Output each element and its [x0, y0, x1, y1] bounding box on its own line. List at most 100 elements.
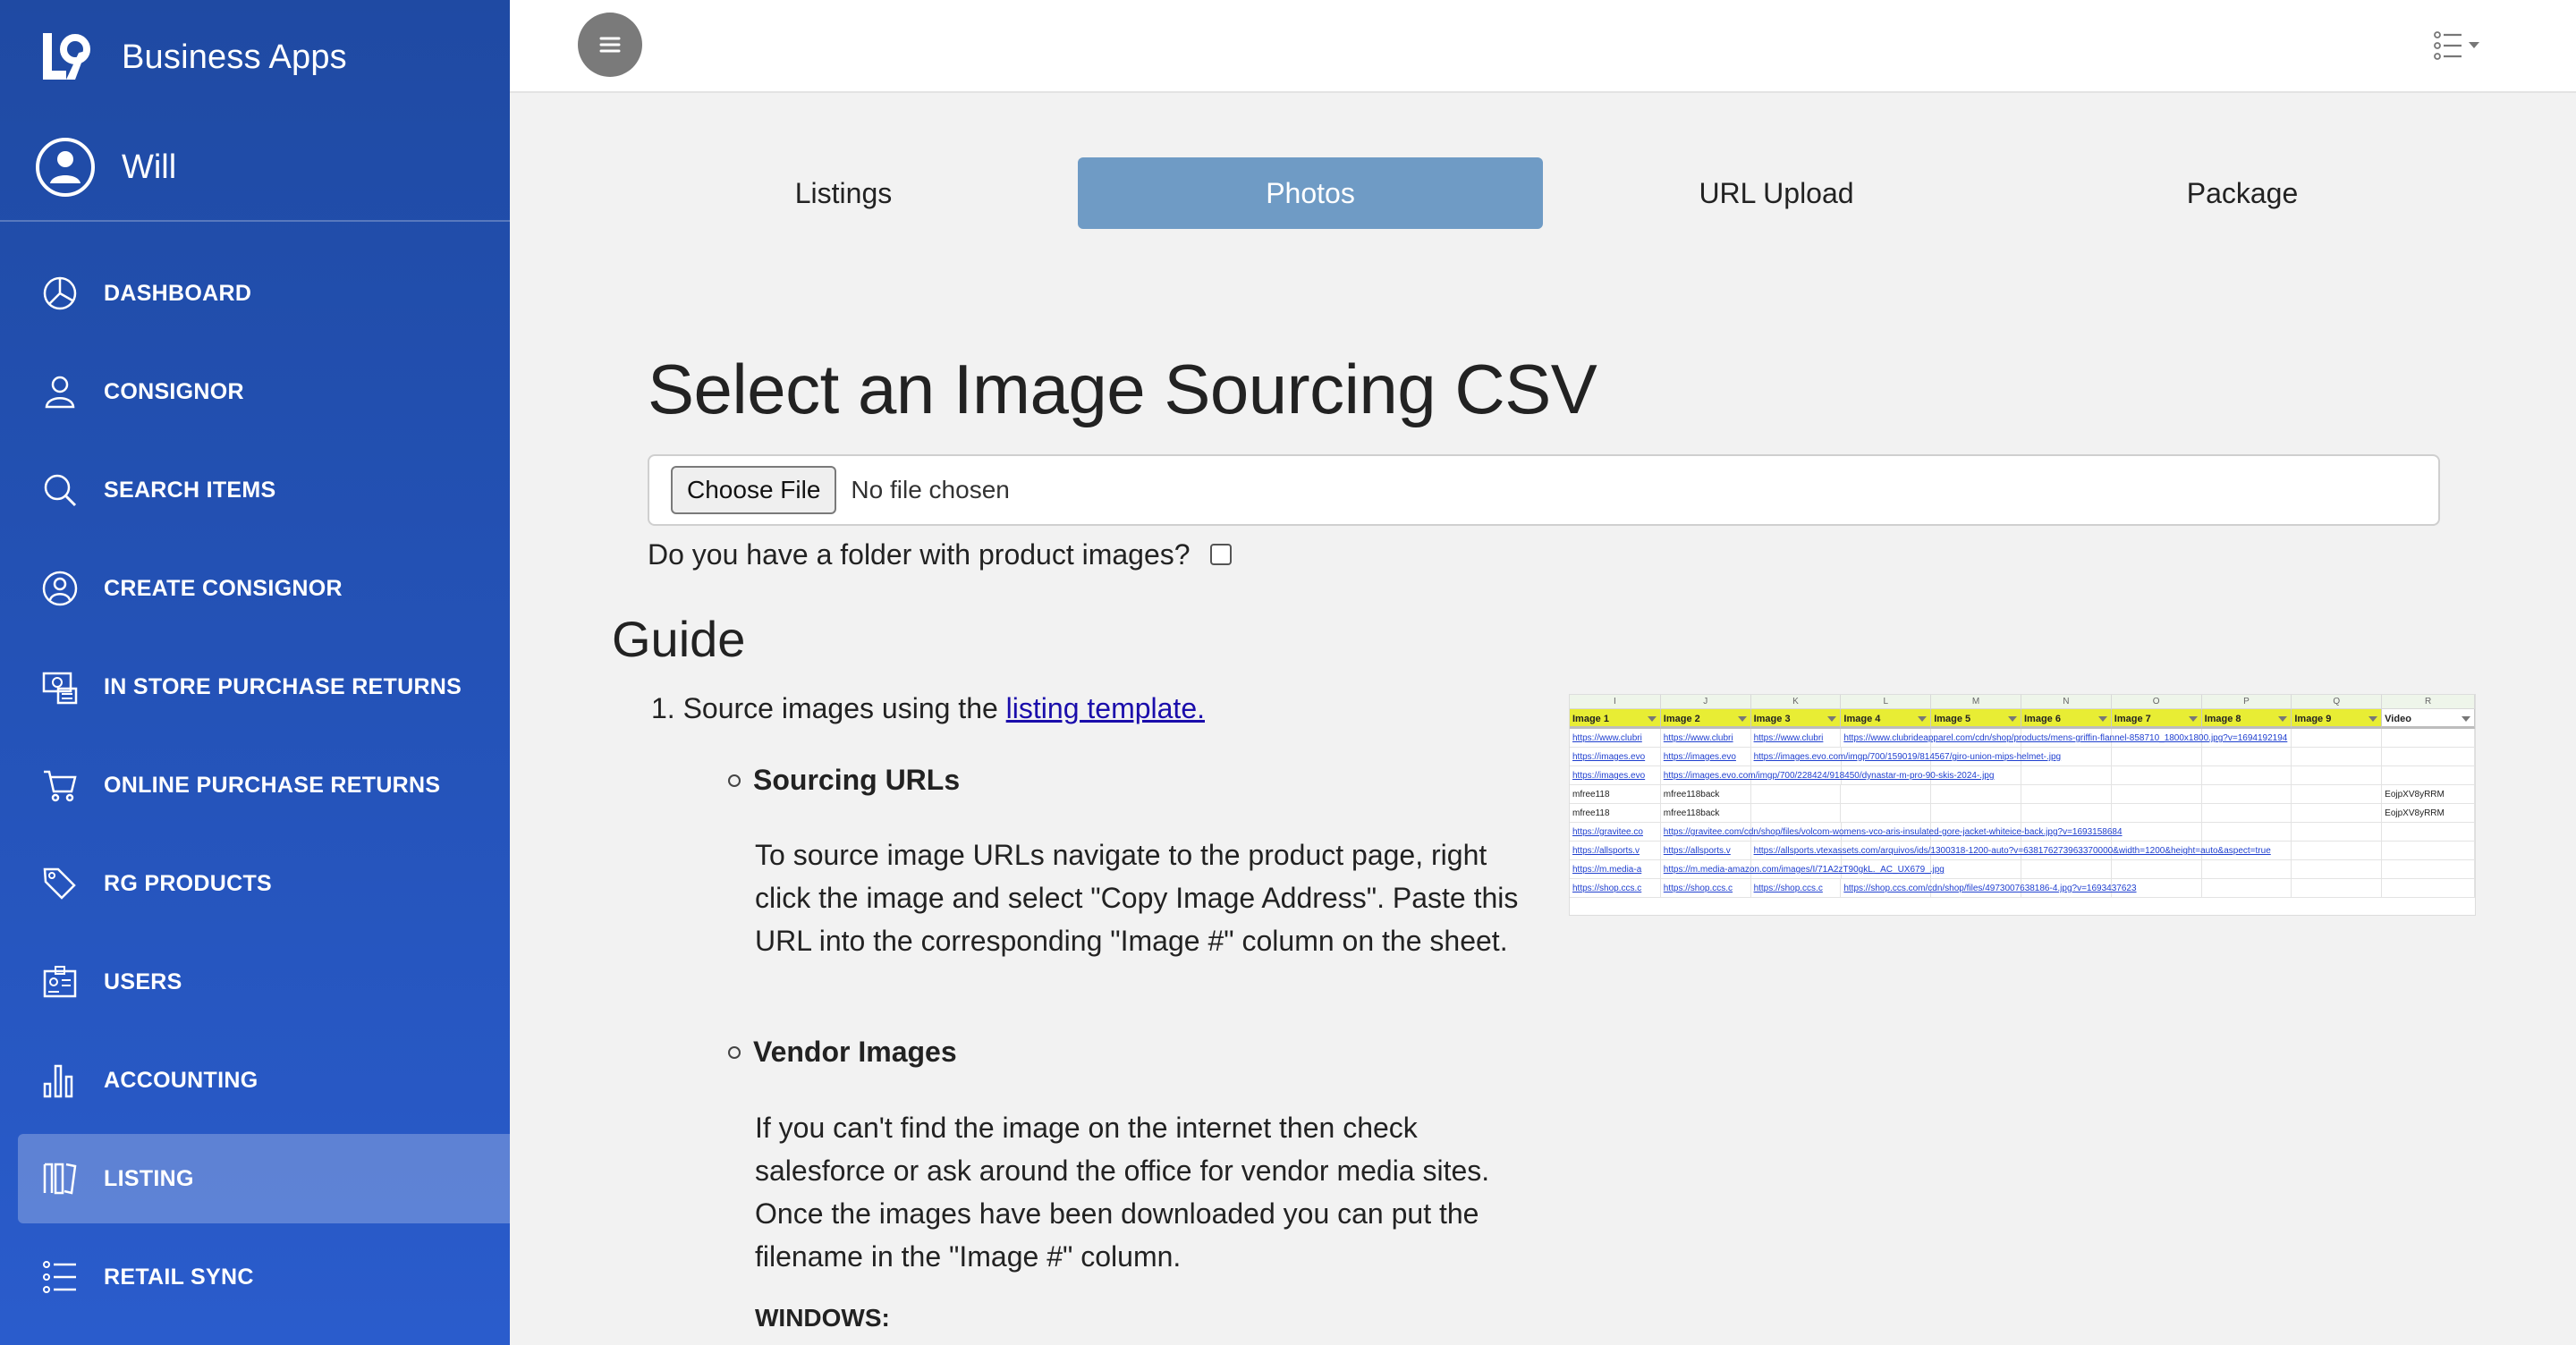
- sheet-cell: https://www.clubri: [1660, 729, 1751, 748]
- sidebar-item-dashboard[interactable]: DASHBOARD: [18, 249, 510, 338]
- search-icon: [39, 469, 80, 511]
- sheet-cell: EojpXV8yRRM: [2382, 804, 2475, 823]
- sheet-column-letters: I J K L M N O P Q R: [1570, 695, 2475, 709]
- csv-file-input[interactable]: Choose File No file chosen: [648, 454, 2440, 526]
- tags-icon: [39, 863, 80, 904]
- sheet-cell: [2382, 879, 2475, 898]
- sheet-cell: [2201, 860, 2292, 879]
- sheet-cell: [2021, 785, 2112, 804]
- sheet-cell: [2292, 766, 2383, 785]
- sheet-col-letter: P: [2201, 695, 2292, 709]
- sidebar-item-create-consignor[interactable]: CREATE CONSIGNOR: [18, 544, 510, 633]
- sheet-cell: https://images.evo: [1570, 766, 1661, 785]
- sheet-cell: [2292, 748, 2383, 766]
- list-icon: [39, 1256, 80, 1298]
- sheet-cell: [2021, 766, 2112, 785]
- sidebar-item-label: DASHBOARD: [104, 280, 252, 306]
- tab-photos[interactable]: Photos: [1078, 157, 1543, 229]
- sheet-cell: mfree118back: [1660, 785, 1751, 804]
- sheet-header-cell: Image 5: [1931, 709, 2021, 729]
- sidebar-item-label: ONLINE PURCHASE RETURNS: [104, 772, 441, 798]
- sheet-cell: https://images.evo: [1660, 748, 1751, 766]
- sheet-cell: https://allsports.v: [1660, 842, 1751, 860]
- sidebar-item-in-store-purchase-returns[interactable]: IN STORE PURCHASE RETURNS: [18, 642, 510, 732]
- sidebar-item-label: USERS: [104, 969, 182, 994]
- sheet-cell: [2382, 766, 2475, 785]
- folder-question-row: Do you have a folder with product images…: [648, 537, 1232, 572]
- sidebar-item-label: CONSIGNOR: [104, 378, 244, 404]
- sheet-header-cell: Image 9: [2292, 709, 2383, 729]
- sheet-cell: [2111, 860, 2202, 879]
- sidebar-item-users[interactable]: USERS: [18, 937, 510, 1027]
- bullet-circle-icon: [728, 1045, 741, 1059]
- sidebar: Business Apps Will DASHBOARD CONSIGNOR S…: [0, 0, 510, 1345]
- sheet-row: https://gravitee.co https://gravitee.com/…: [1570, 823, 2475, 842]
- sheet-cell: [2111, 804, 2202, 823]
- sheet-row: https://images.evo https://images.evo http…: [1570, 748, 2475, 766]
- sidebar-item-label: CREATE CONSIGNOR: [104, 575, 343, 601]
- sheet-cell: [2292, 823, 2383, 842]
- menu-toggle-button[interactable]: [578, 13, 642, 77]
- sidebar-item-retail-sync[interactable]: RETAIL SYNC: [18, 1232, 510, 1322]
- sheet-cell: https://images.evo.com/imgp/700/159019/8…: [1750, 748, 2061, 766]
- sheet-cell: https://shop.ccs.c: [1750, 879, 1842, 898]
- cart-icon: [39, 765, 80, 806]
- brand[interactable]: Business Apps: [39, 29, 347, 86]
- sheet-cell: https://shop.ccs.c: [1660, 879, 1751, 898]
- sheet-cell: [1841, 804, 1932, 823]
- sheet-cell: [2201, 804, 2292, 823]
- sheet-cell: [1841, 785, 1932, 804]
- sheet-cell: [2111, 766, 2202, 785]
- sheet-cell: [1931, 860, 2022, 879]
- sheet-cell: [1750, 804, 1842, 823]
- step-1-text: 1. Source images using the: [651, 692, 1006, 724]
- sourcing-urls-bullet: Sourcing URLs: [728, 764, 960, 797]
- id-badge-icon: [39, 961, 80, 1002]
- choose-file-button[interactable]: Choose File: [671, 466, 837, 514]
- sidebar-item-label: RETAIL SYNC: [104, 1264, 254, 1290]
- sheet-cell: [2382, 860, 2475, 879]
- bar-chart-icon: [39, 1060, 80, 1101]
- sidebar-item-search-items[interactable]: SEARCH ITEMS: [18, 445, 510, 535]
- sheet-cell: [2382, 842, 2475, 860]
- tab-package[interactable]: Package: [2010, 157, 2475, 229]
- sidebar-divider: [0, 220, 510, 222]
- sheet-cell: [2021, 860, 2112, 879]
- sheet-cell: https://images.evo.com/imgp/700/228424/9…: [1660, 766, 1994, 785]
- user-profile[interactable]: Will: [36, 138, 176, 197]
- user-circle-icon: [39, 568, 80, 609]
- tab-bar: Listings Photos URL Upload Package: [611, 157, 2475, 229]
- sheet-cell: [2111, 823, 2202, 842]
- folder-checkbox[interactable]: [1209, 544, 1232, 565]
- sheet-cell: https://shop.ccs.c: [1570, 879, 1661, 898]
- file-status-text: No file chosen: [851, 476, 1010, 503]
- folder-question-label: Do you have a folder with product images…: [648, 537, 1191, 571]
- sheet-col-letter: Q: [2292, 695, 2383, 709]
- sheet-cell: https://m.media-amazon.com/images/I/71A2…: [1660, 860, 1945, 879]
- tab-url-upload[interactable]: URL Upload: [1544, 157, 2009, 229]
- sheet-cell: [2292, 879, 2383, 898]
- sidebar-item-label: SEARCH ITEMS: [104, 477, 276, 503]
- sheet-col-letter: R: [2382, 695, 2475, 709]
- view-options-dropdown[interactable]: [2433, 30, 2487, 61]
- sheet-cell: [2201, 823, 2292, 842]
- sheet-cell: [2021, 804, 2112, 823]
- sheet-cell: https://gravitee.com/cdn/shop/files/volc…: [1660, 823, 2123, 842]
- brand-name: Business Apps: [122, 38, 347, 76]
- sidebar-item-rg-products[interactable]: RG PRODUCTS: [18, 839, 510, 928]
- sidebar-item-accounting[interactable]: ACCOUNTING: [18, 1036, 510, 1125]
- sheet-cell: EojpXV8yRRM: [2382, 785, 2475, 804]
- sidebar-item-consignor[interactable]: CONSIGNOR: [18, 347, 510, 436]
- cash-register-icon: [39, 666, 80, 707]
- listing-template-link[interactable]: listing template.: [1006, 692, 1205, 724]
- sheet-cell: [2201, 766, 2292, 785]
- sheet-cell: https://m.media-a: [1570, 860, 1661, 879]
- sheet-cell: [1931, 804, 2021, 823]
- sidebar-item-label: LISTING: [104, 1165, 194, 1191]
- pie-chart-icon: [39, 273, 80, 314]
- top-bar: [510, 0, 2576, 93]
- guide-title: Guide: [612, 611, 746, 667]
- sidebar-item-online-purchase-returns[interactable]: ONLINE PURCHASE RETURNS: [18, 740, 510, 830]
- tab-listings[interactable]: Listings: [611, 157, 1076, 229]
- sidebar-item-listing[interactable]: LISTING: [18, 1134, 510, 1223]
